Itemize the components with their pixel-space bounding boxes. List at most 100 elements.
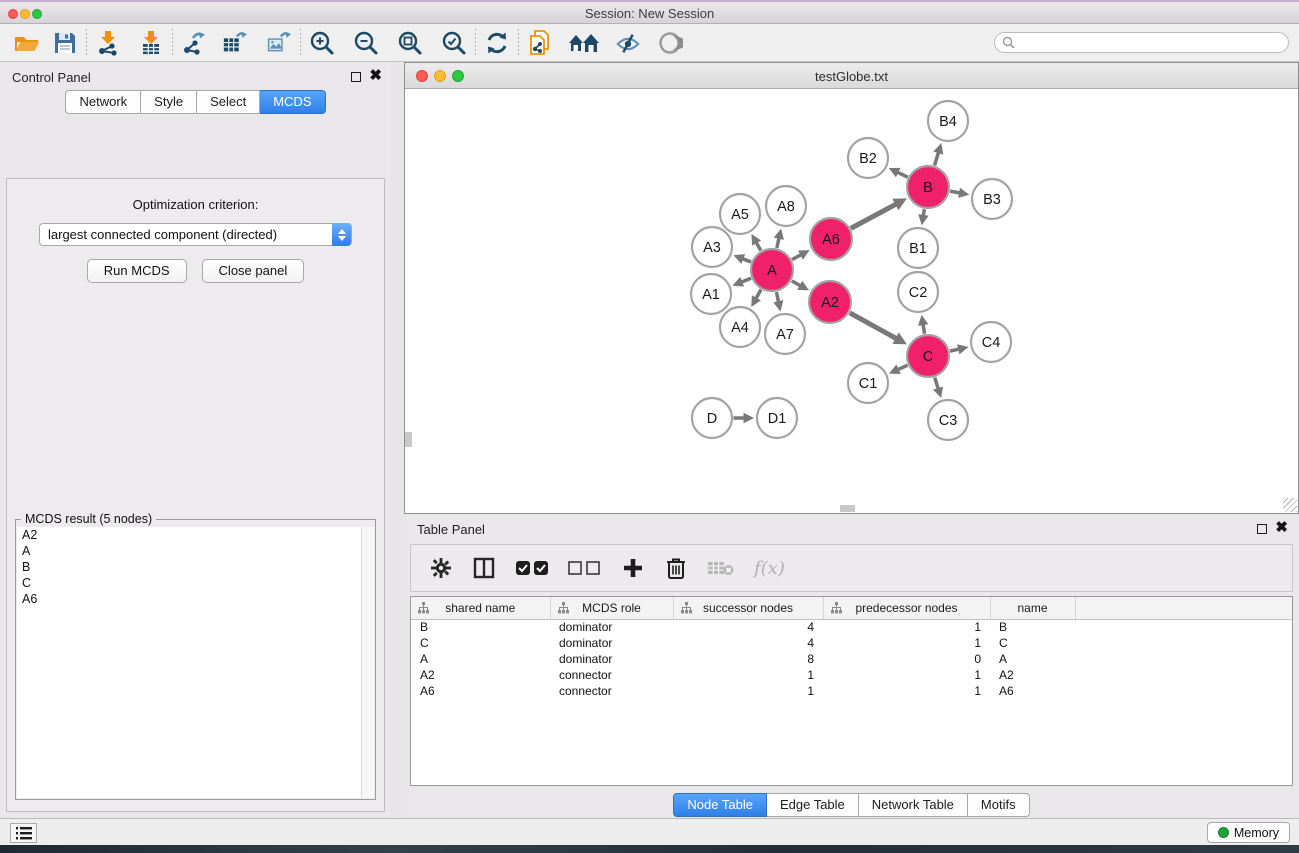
horizontal-scrollbar-thumb[interactable]	[840, 505, 855, 512]
edge-A-A4[interactable]	[756, 290, 761, 299]
import-table-button[interactable]	[138, 30, 164, 56]
add-column-button[interactable]	[621, 556, 645, 580]
edge-A-A5[interactable]	[756, 242, 761, 250]
edge-A-A3[interactable]	[742, 259, 751, 262]
run-mcds-button[interactable]: Run MCDS	[87, 259, 187, 283]
cell-predecessor-nodes[interactable]: 1	[823, 619, 990, 635]
edge-A-A7[interactable]	[776, 292, 778, 302]
cell-shared-name[interactable]: A	[411, 651, 550, 667]
cell-name[interactable]: A6	[990, 683, 1075, 699]
table-row[interactable]: Adominator80A	[411, 651, 1293, 667]
column-header-successor-nodes[interactable]: successor nodes	[673, 597, 823, 619]
cell-successor-nodes[interactable]: 4	[673, 619, 823, 635]
memory-button[interactable]: Memory	[1207, 822, 1290, 843]
cell-successor-nodes[interactable]: 4	[673, 635, 823, 651]
cell-MCDS-role[interactable]: dominator	[550, 651, 673, 667]
cell-MCDS-role[interactable]: connector	[550, 683, 673, 699]
edge-C-C3[interactable]	[935, 377, 939, 389]
table-row[interactable]: Cdominator41C	[411, 635, 1293, 651]
table-tab-node-table[interactable]: Node Table	[673, 793, 767, 817]
search-field[interactable]	[994, 32, 1289, 53]
export-table-button[interactable]	[222, 30, 248, 56]
float-panel-icon[interactable]	[351, 72, 361, 82]
table-tab-motifs[interactable]: Motifs	[968, 793, 1030, 817]
edge-B-B3[interactable]	[950, 191, 960, 193]
table-row[interactable]: A6connector11A6	[411, 683, 1293, 699]
network-canvas[interactable]: B4B2BB3A5A8A6B1A3AC2A1A2A4A7C4CC1C3DD1	[405, 89, 1298, 513]
show-all-button[interactable]	[657, 30, 683, 56]
cell-name[interactable]: A2	[990, 667, 1075, 683]
edge-A-A8[interactable]	[777, 238, 779, 248]
edge-B-B2[interactable]	[897, 172, 907, 177]
edge-B-B1[interactable]	[923, 209, 924, 216]
cell-shared-name[interactable]: C	[411, 635, 550, 651]
tab-style[interactable]: Style	[141, 90, 197, 114]
edge-B-B4[interactable]	[935, 152, 939, 165]
edge-C-C2[interactable]	[923, 324, 925, 334]
close-table-panel-icon[interactable]: ✖	[1275, 519, 1288, 537]
edge-A-A1[interactable]	[741, 278, 751, 282]
tab-mcds[interactable]: MCDS	[260, 90, 325, 114]
table-row[interactable]: A2connector11A2	[411, 667, 1293, 683]
save-session-button[interactable]	[52, 30, 78, 56]
close-panel-icon[interactable]: ✖	[369, 67, 382, 85]
cell-MCDS-role[interactable]: dominator	[550, 619, 673, 635]
cell-name[interactable]: A	[990, 651, 1075, 667]
edge-C-C1[interactable]	[898, 365, 908, 369]
export-network-button[interactable]	[181, 30, 207, 56]
mcds-result-item[interactable]: A2	[17, 527, 374, 543]
delete-column-button[interactable]	[664, 556, 688, 580]
split-columns-button[interactable]	[472, 556, 496, 580]
cell-predecessor-nodes[interactable]: 1	[823, 635, 990, 651]
function-builder-button[interactable]: f(x)	[754, 558, 785, 579]
table-row[interactable]: Bdominator41B	[411, 619, 1293, 635]
first-neighbors-button[interactable]	[567, 30, 601, 56]
cell-successor-nodes[interactable]: 1	[673, 683, 823, 699]
zoom-selected-button[interactable]	[441, 30, 467, 56]
cell-name[interactable]: B	[990, 619, 1075, 635]
hide-selected-button[interactable]	[615, 30, 641, 56]
result-scrollbar[interactable]	[361, 527, 374, 798]
cell-MCDS-role[interactable]: dominator	[550, 635, 673, 651]
column-header-shared-name[interactable]: shared name	[411, 597, 550, 619]
cell-shared-name[interactable]: A2	[411, 667, 550, 683]
edge-A-A2[interactable]	[792, 281, 801, 286]
mcds-result-item[interactable]: A6	[17, 591, 374, 607]
close-panel-button[interactable]: Close panel	[202, 259, 305, 283]
mcds-result-item[interactable]: C	[17, 575, 374, 591]
mcds-result-list[interactable]: A2ABCA6	[17, 527, 374, 798]
cell-predecessor-nodes[interactable]: 1	[823, 683, 990, 699]
column-header-name[interactable]: name	[990, 597, 1075, 619]
edge-C-C4[interactable]	[950, 349, 959, 351]
table-tab-network-table[interactable]: Network Table	[859, 793, 968, 817]
mcds-result-item[interactable]: B	[17, 559, 374, 575]
tab-network[interactable]: Network	[65, 90, 141, 114]
resize-grip[interactable]	[1283, 498, 1297, 512]
export-image-button[interactable]	[266, 30, 292, 56]
column-header-predecessor-nodes[interactable]: predecessor nodes	[823, 597, 990, 619]
edge-A6-B[interactable]	[851, 204, 896, 228]
zoom-out-button[interactable]	[353, 30, 379, 56]
refresh-layout-button[interactable]	[484, 30, 510, 56]
cell-successor-nodes[interactable]: 1	[673, 667, 823, 683]
select-all-button[interactable]	[515, 556, 549, 580]
cell-shared-name[interactable]: B	[411, 619, 550, 635]
cell-name[interactable]: C	[990, 635, 1075, 651]
cell-predecessor-nodes[interactable]: 0	[823, 651, 990, 667]
cell-MCDS-role[interactable]: connector	[550, 667, 673, 683]
cell-shared-name[interactable]: A6	[411, 683, 550, 699]
edge-A-A6[interactable]	[792, 255, 801, 260]
open-session-button[interactable]	[14, 30, 40, 56]
cell-predecessor-nodes[interactable]: 1	[823, 667, 990, 683]
task-history-button[interactable]	[10, 823, 37, 843]
table-settings-button[interactable]	[429, 556, 453, 580]
duplicate-network-button[interactable]	[527, 30, 553, 56]
deselect-all-button[interactable]	[568, 556, 602, 580]
cell-successor-nodes[interactable]: 8	[673, 651, 823, 667]
search-input[interactable]	[1015, 36, 1288, 50]
delete-table-button[interactable]	[707, 556, 735, 580]
zoom-in-button[interactable]	[309, 30, 335, 56]
column-header-MCDS-role[interactable]: MCDS role	[550, 597, 673, 619]
edge-A2-C[interactable]	[850, 313, 897, 339]
import-network-button[interactable]	[95, 30, 121, 56]
